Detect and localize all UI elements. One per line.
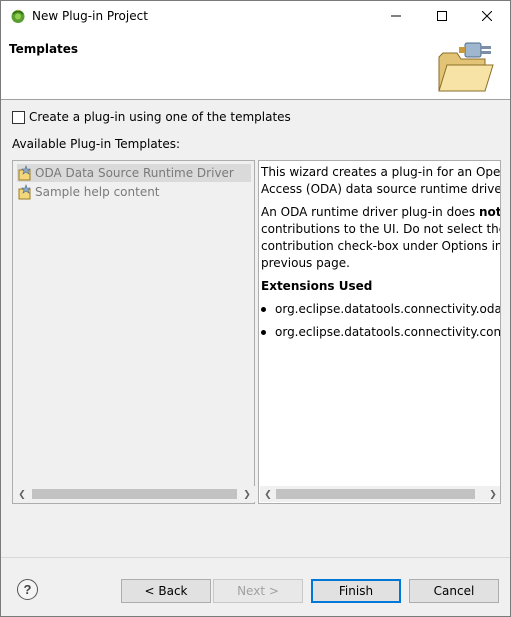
template-wizard-icon	[18, 165, 31, 181]
available-templates-label: Available Plug-in Templates:	[12, 137, 181, 151]
list-item[interactable]: ODA Data Source Runtime Driver	[17, 164, 251, 182]
help-icon[interactable]: ?	[17, 579, 38, 600]
extension-label: org.eclipse.datatools.connectivity.conne…	[275, 325, 501, 339]
wizard-header: Templates	[1, 31, 510, 99]
extensions-heading: Extensions Used	[261, 279, 373, 293]
scroll-left-icon[interactable]: ❮	[14, 486, 30, 502]
window-title: New Plug-in Project	[32, 9, 148, 23]
eclipse-pde-icon	[11, 9, 25, 23]
back-button[interactable]: < Back	[121, 579, 211, 603]
bullet-icon	[261, 307, 266, 312]
list-item[interactable]: Sample help content	[17, 183, 166, 201]
minimize-icon	[391, 15, 401, 17]
scroll-right-icon[interactable]: ❯	[485, 486, 500, 502]
footer-divider	[1, 557, 510, 558]
description-text: This wizard creates a plug-in for an Ope…	[261, 165, 501, 179]
scroll-right-icon[interactable]: ❯	[239, 486, 255, 502]
scroll-thumb[interactable]	[276, 489, 475, 499]
description-horizontal-scrollbar[interactable]: ❮ ❯	[260, 486, 500, 502]
extension-item: org.eclipse.datatools.connectivity.oda.d…	[261, 301, 500, 318]
templates-list[interactable]: ODA Data Source Runtime Driver Sample he…	[12, 160, 255, 504]
use-template-checkbox[interactable]	[12, 110, 25, 124]
close-icon	[482, 11, 492, 21]
description-text: contributions to the UI. Do not select t…	[261, 222, 501, 236]
bullet-icon	[261, 330, 266, 335]
template-description: This wizard creates a plug-in for an Ope…	[258, 160, 501, 504]
scroll-thumb[interactable]	[32, 489, 237, 499]
list-item-label: Sample help content	[35, 185, 160, 199]
description-text: contribution check-box under Options in …	[261, 239, 501, 253]
cancel-button[interactable]: Cancel	[409, 579, 499, 603]
scroll-left-icon[interactable]: ❮	[260, 486, 276, 502]
use-template-label[interactable]: Create a plug-in using one of the templa…	[29, 110, 291, 124]
description-text: previous page.	[261, 256, 350, 270]
maximize-icon	[437, 11, 447, 21]
templates-horizontal-scrollbar[interactable]: ❮ ❯	[14, 486, 255, 502]
description-text: Access (ODA) data source runtime driver.	[261, 182, 501, 196]
plugin-folder-icon	[438, 42, 494, 92]
header-divider	[1, 99, 510, 100]
close-button[interactable]	[464, 1, 510, 31]
page-title: Templates	[9, 42, 79, 56]
description-text: An ODA runtime driver plug-in does not m…	[261, 205, 501, 219]
next-button[interactable]: Next >	[213, 579, 303, 603]
use-template-option[interactable]: Create a plug-in using one of the templa…	[12, 110, 291, 124]
template-wizard-icon	[18, 184, 31, 200]
extension-item: org.eclipse.datatools.connectivity.conne…	[261, 324, 501, 341]
minimize-button[interactable]	[373, 1, 419, 31]
maximize-button[interactable]	[419, 1, 465, 31]
extension-label: org.eclipse.datatools.connectivity.oda.d…	[275, 302, 500, 316]
list-item-label: ODA Data Source Runtime Driver	[35, 166, 234, 180]
finish-button[interactable]: Finish	[311, 579, 401, 603]
new-plugin-project-dialog: New Plug-in Project Templates Create a p…	[0, 0, 511, 617]
title-bar[interactable]: New Plug-in Project	[1, 1, 510, 31]
